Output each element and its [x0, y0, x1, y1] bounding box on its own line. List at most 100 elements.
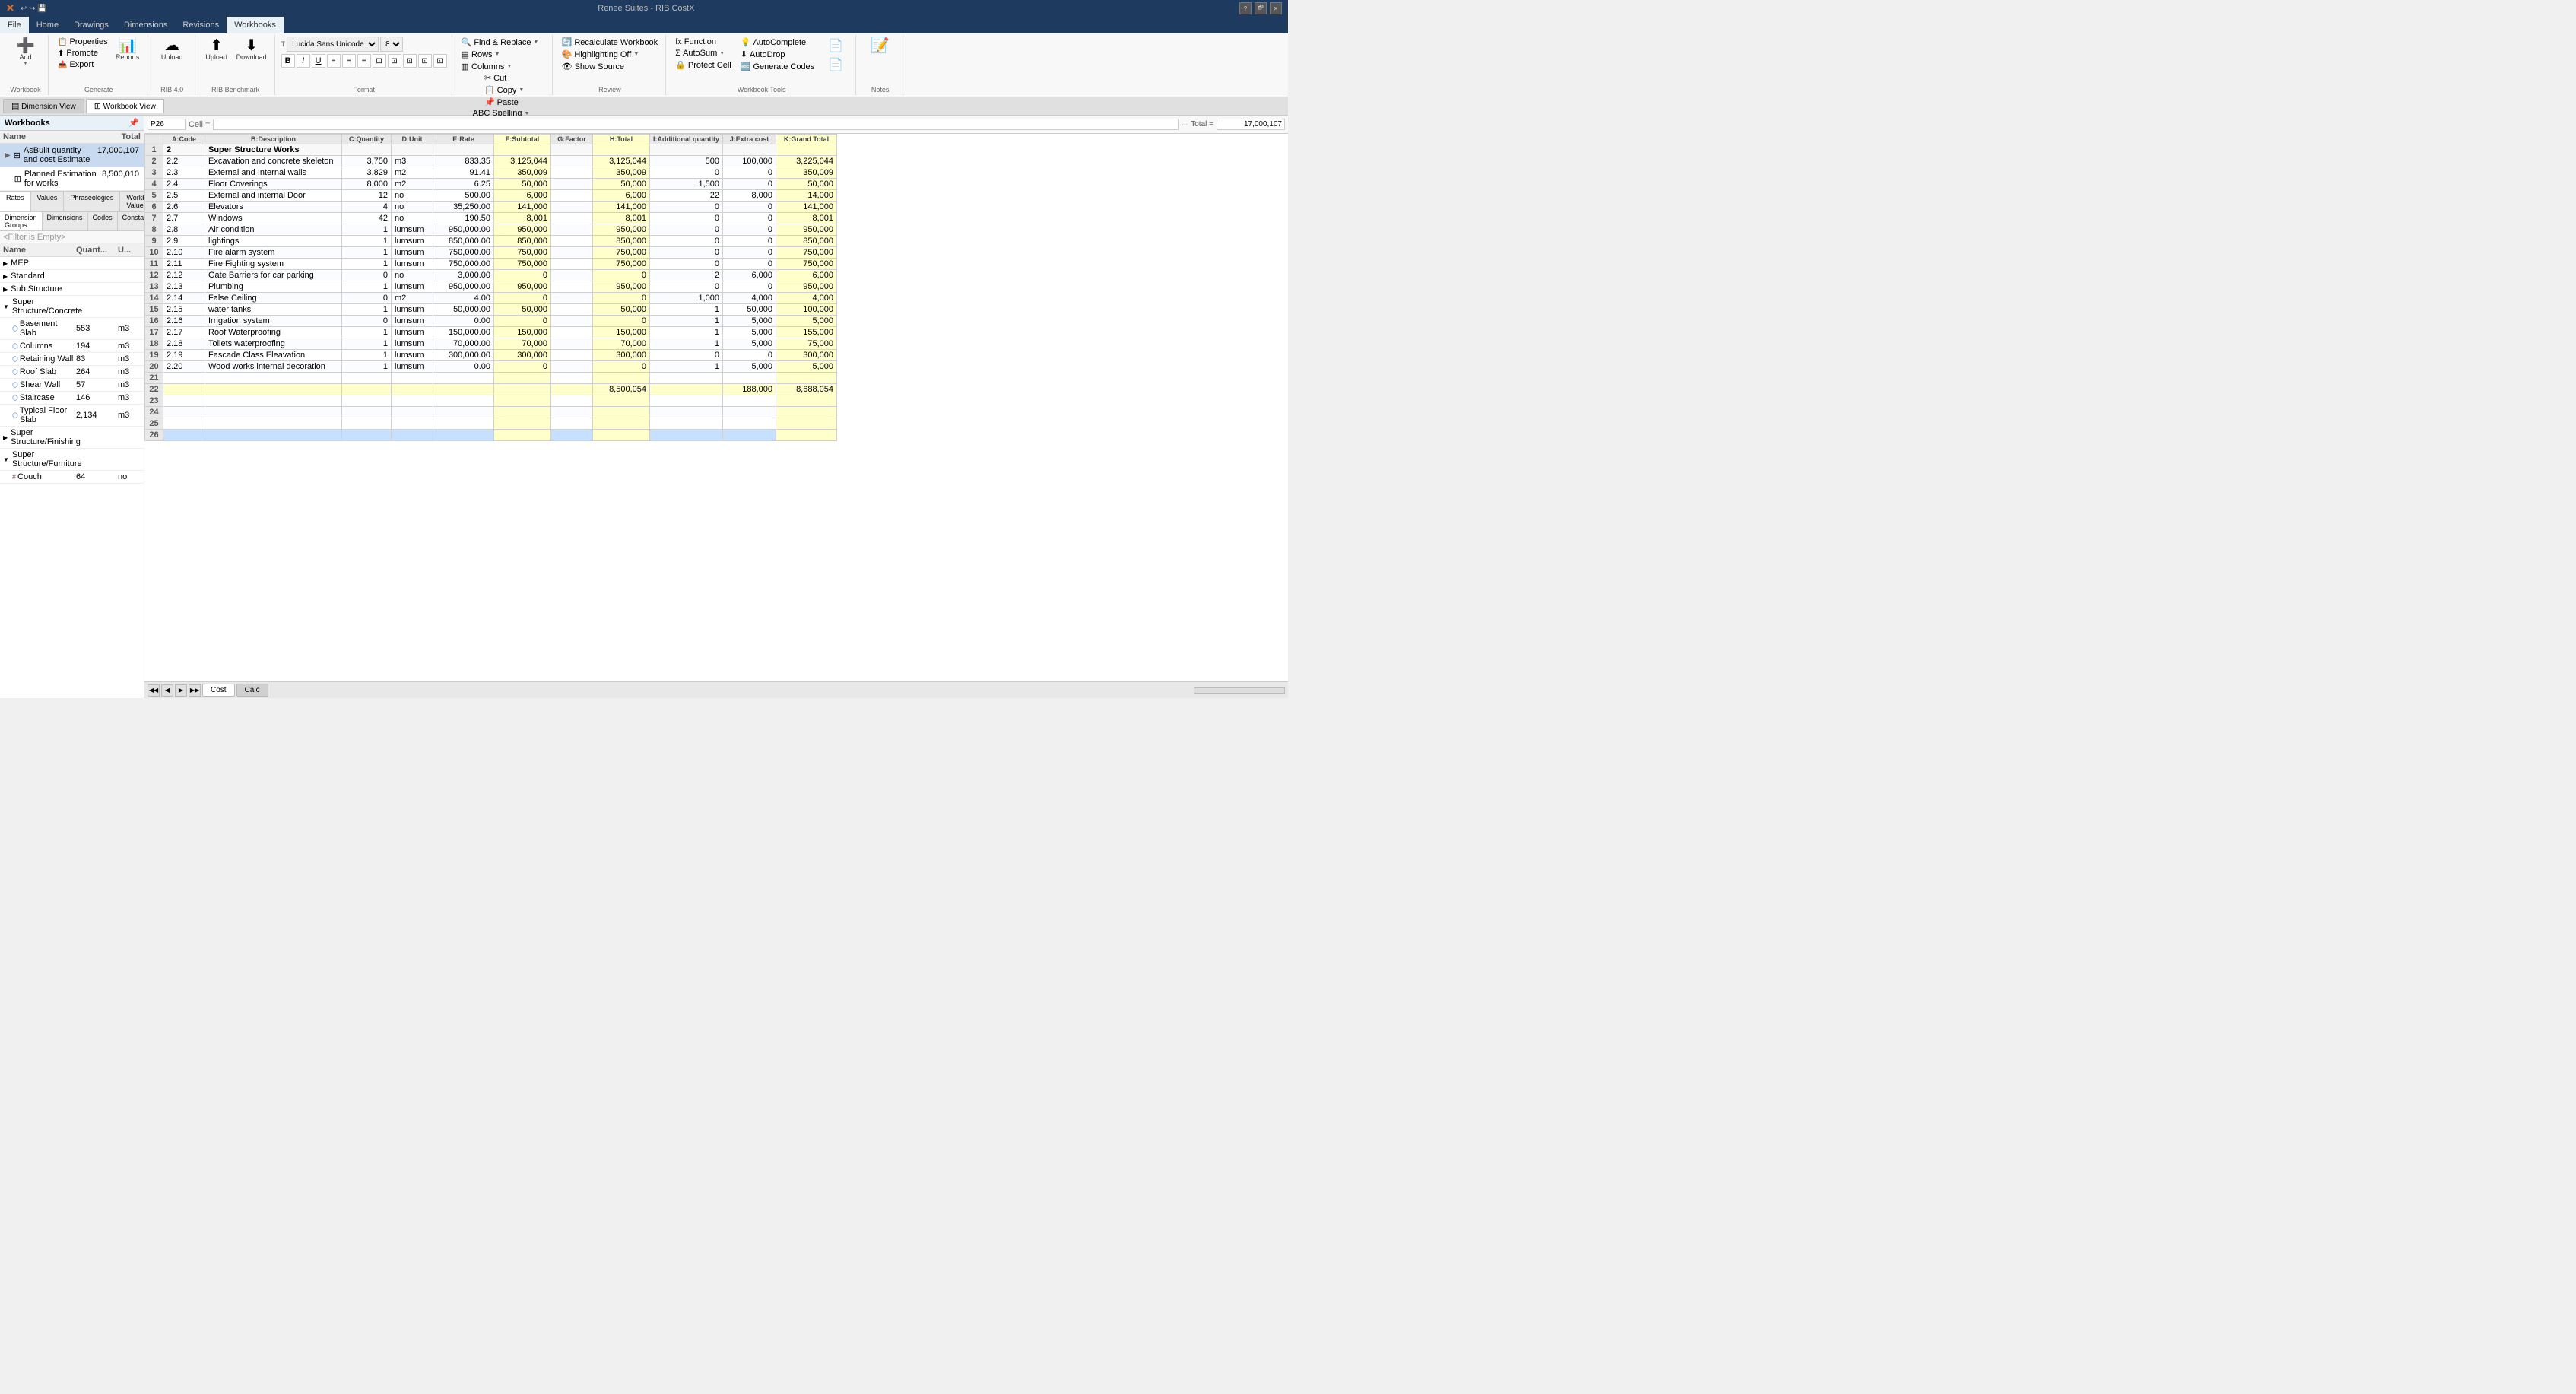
table-row[interactable]: 26 [145, 430, 837, 441]
cell-rate[interactable]: 500.00 [433, 190, 494, 202]
help-button[interactable]: ? [1239, 2, 1252, 14]
cell-unit[interactable] [392, 144, 433, 156]
cell-factor[interactable] [551, 202, 593, 213]
cell-extra-cost[interactable] [723, 418, 776, 430]
cell-description[interactable]: Fire Fighting system [205, 259, 342, 270]
cell-total[interactable]: 8,001 [593, 213, 650, 224]
table-row[interactable]: 142.14False Ceiling0m24.00001,0004,0004,… [145, 293, 837, 304]
cell-code[interactable]: 2.2 [163, 156, 205, 167]
cell-subtotal[interactable] [494, 430, 551, 441]
cell-description[interactable]: Toilets waterproofing [205, 338, 342, 350]
col-header-I[interactable]: I:Additional quantity [650, 135, 723, 144]
cell-quantity[interactable] [342, 395, 392, 407]
table-row[interactable]: 12Super Structure Works [145, 144, 837, 156]
cell-rate[interactable]: 190.50 [433, 213, 494, 224]
cell-grand-total[interactable]: 141,000 [776, 202, 837, 213]
workbook-item-asbuilt[interactable]: ▶ ⊞ AsBuilt quantity and cost Estimate 1… [0, 144, 144, 167]
tab-workbook-values[interactable]: Workbook Values [120, 192, 144, 211]
cell-unit[interactable]: m2 [392, 179, 433, 190]
minimize-button[interactable]: 🗗 [1255, 2, 1267, 14]
underline-button[interactable]: U [312, 54, 325, 68]
cell-code[interactable]: 2.18 [163, 338, 205, 350]
cell-grand-total[interactable]: 5,000 [776, 316, 837, 327]
cell-total[interactable]: 50,000 [593, 179, 650, 190]
cell-code[interactable]: 2.10 [163, 247, 205, 259]
cell-code[interactable]: 2.7 [163, 213, 205, 224]
cell-subtotal[interactable]: 6,000 [494, 190, 551, 202]
copy-button[interactable]: 📋 Copy ▼ [481, 84, 527, 96]
total-value-input[interactable] [1217, 119, 1285, 130]
cell-factor[interactable] [551, 213, 593, 224]
cell-total[interactable]: 70,000 [593, 338, 650, 350]
cell-description[interactable] [205, 407, 342, 418]
cell-subtotal[interactable] [494, 407, 551, 418]
cell-subtotal[interactable] [494, 395, 551, 407]
cell-code[interactable]: 2.12 [163, 270, 205, 281]
cell-rate[interactable] [433, 373, 494, 384]
cell-additional-qty[interactable] [650, 395, 723, 407]
cell-description[interactable]: Fire alarm system [205, 247, 342, 259]
cell-additional-qty[interactable]: 1,500 [650, 179, 723, 190]
cell-code[interactable]: 2 [163, 144, 205, 156]
table-row[interactable]: 152.15water tanks1lumsum50,000.0050,0005… [145, 304, 837, 316]
find-replace-button[interactable]: 🔍 Find & Replace ▼ [458, 37, 547, 48]
cell-code[interactable]: 2.3 [163, 167, 205, 179]
cell-extra-cost[interactable]: 0 [723, 350, 776, 361]
benchmark-download-button[interactable]: ⬇ Download [233, 37, 270, 62]
cell-extra-cost[interactable]: 5,000 [723, 316, 776, 327]
cell-unit[interactable]: lumsum [392, 247, 433, 259]
cell-grand-total[interactable]: 100,000 [776, 304, 837, 316]
cell-factor[interactable] [551, 418, 593, 430]
cell-rate[interactable]: 300,000.00 [433, 350, 494, 361]
highlighting-button[interactable]: 🎨 Highlighting Off ▼ [559, 49, 661, 60]
cell-quantity[interactable] [342, 418, 392, 430]
align-center-button[interactable]: ≡ [342, 54, 356, 68]
cell-extra-cost[interactable]: 0 [723, 179, 776, 190]
cell-total[interactable]: 3,125,044 [593, 156, 650, 167]
cell-quantity[interactable]: 0 [342, 270, 392, 281]
font-size-select[interactable]: 8 [380, 37, 403, 52]
dim-item-superstructure-concrete[interactable]: ▼ Super Structure/Concrete [0, 296, 144, 318]
dim-item-basement-slab[interactable]: ⬡ Basement Slab 553 m3 [0, 318, 144, 340]
cell-description[interactable]: Floor Coverings [205, 179, 342, 190]
dim-item-staircase[interactable]: ⬡ Staircase 146 m3 [0, 392, 144, 405]
table-row[interactable]: 24 [145, 407, 837, 418]
cell-grand-total[interactable]: 300,000 [776, 350, 837, 361]
cell-unit[interactable]: lumsum [392, 338, 433, 350]
cell-extra-cost[interactable]: 5,000 [723, 327, 776, 338]
table-row[interactable]: 62.6Elevators4no35,250.00141,000141,0000… [145, 202, 837, 213]
menu-dimensions[interactable]: Dimensions [116, 17, 175, 33]
cell-rate[interactable]: 0.00 [433, 361, 494, 373]
italic-button[interactable]: I [297, 54, 310, 68]
cell-additional-qty[interactable]: 2 [650, 270, 723, 281]
cell-total[interactable]: 300,000 [593, 350, 650, 361]
show-source-button[interactable]: 👁 Show Source [559, 61, 661, 72]
cell-factor[interactable] [551, 327, 593, 338]
cell-subtotal[interactable]: 0 [494, 316, 551, 327]
cell-extra-cost[interactable] [723, 395, 776, 407]
ss-furniture-expand-icon[interactable]: ▼ [3, 456, 9, 463]
cell-subtotal[interactable]: 750,000 [494, 247, 551, 259]
cell-extra-cost[interactable] [723, 430, 776, 441]
cell-subtotal[interactable]: 3,125,044 [494, 156, 551, 167]
cell-total[interactable] [593, 430, 650, 441]
cell-code[interactable]: 2.8 [163, 224, 205, 236]
table-row[interactable]: 42.4Floor Coverings8,000m26.2550,00050,0… [145, 179, 837, 190]
cell-additional-qty[interactable] [650, 430, 723, 441]
cell-quantity[interactable] [342, 384, 392, 395]
cell-extra-cost[interactable] [723, 407, 776, 418]
cell-additional-qty[interactable]: 1 [650, 361, 723, 373]
cell-code[interactable]: 2.5 [163, 190, 205, 202]
table-row[interactable]: 132.13Plumbing1lumsum950,000.00950,00095… [145, 281, 837, 293]
cell-code[interactable]: 2.20 [163, 361, 205, 373]
tab-dimension-view[interactable]: ▤ Dimension View [3, 99, 84, 113]
cell-subtotal[interactable]: 0 [494, 270, 551, 281]
cell-additional-qty[interactable]: 0 [650, 259, 723, 270]
cell-subtotal[interactable] [494, 144, 551, 156]
cell-unit[interactable]: lumsum [392, 327, 433, 338]
cell-code[interactable]: 2.19 [163, 350, 205, 361]
cell-rate[interactable] [433, 418, 494, 430]
dim-item-ss-furniture[interactable]: ▼ Super Structure/Furniture [0, 449, 144, 471]
tab-workbook-view[interactable]: ⊞ Workbook View [86, 99, 164, 113]
cell-factor[interactable] [551, 407, 593, 418]
